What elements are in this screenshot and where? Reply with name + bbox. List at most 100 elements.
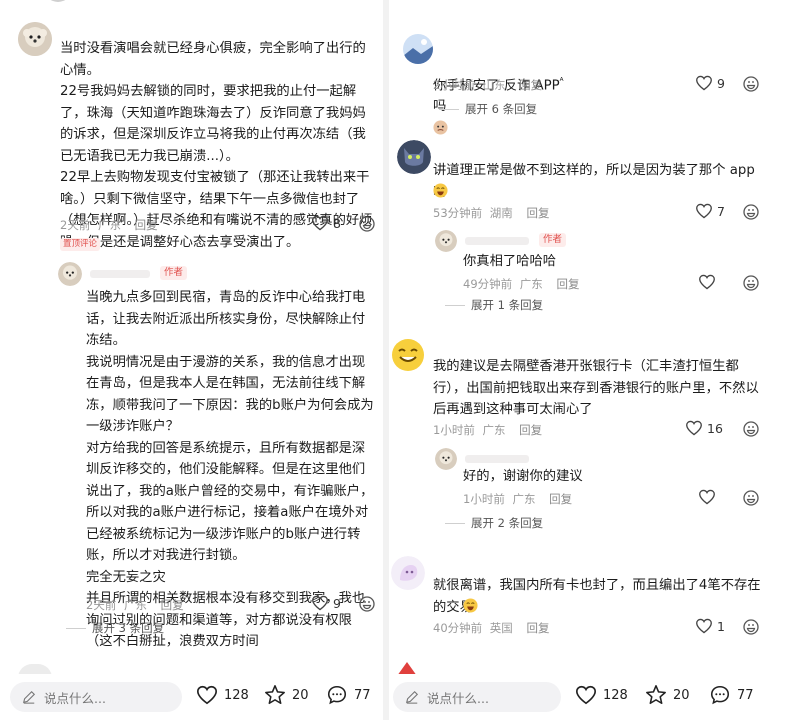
comment-location: 广东	[482, 423, 506, 437]
comment-time: 2小时前	[433, 78, 475, 92]
comment-time: 53分钟前	[433, 206, 483, 220]
comment-input-placeholder: 说点什么...	[427, 690, 489, 706]
heart-icon	[696, 203, 712, 219]
expand-divider	[66, 627, 86, 629]
reply-button[interactable]: 回复	[526, 206, 549, 220]
emoji-react-icon[interactable]	[743, 421, 759, 437]
post-comment-count: 77	[737, 687, 754, 703]
expand-replies-button[interactable]: 展开 2 条回复	[445, 515, 543, 531]
partial-avatar	[44, 0, 72, 2]
comment-meta: 40分钟前 英国 回复	[433, 620, 549, 636]
post-collect-button[interactable]: 20	[264, 684, 309, 706]
emoji-react-icon[interactable]	[743, 76, 759, 92]
emoji-react-icon[interactable]	[359, 216, 375, 232]
like-button[interactable]: 8	[311, 215, 341, 231]
reply-button[interactable]: 回复	[519, 78, 542, 92]
expand-divider	[439, 108, 459, 110]
post-like-button[interactable]: 128	[196, 684, 249, 706]
heart-icon[interactable]	[698, 489, 716, 505]
reply-location: 广东	[512, 492, 536, 506]
post-comment-button[interactable]: 77	[326, 684, 371, 706]
reply-button[interactable]: 回复	[519, 423, 542, 437]
heart-icon[interactable]	[698, 274, 716, 290]
expand-replies-button[interactable]: 展开 1 条回复	[445, 297, 543, 313]
like-button[interactable]: 9	[695, 75, 725, 91]
star-icon	[646, 685, 666, 705]
expand-replies-button[interactable]: 展开 3 条回复	[66, 620, 164, 636]
user-avatar-cat[interactable]	[397, 140, 431, 174]
post-like-button[interactable]: 128	[575, 684, 628, 706]
comment-time: 1小时前	[433, 423, 475, 437]
reply-button[interactable]: 回复	[135, 218, 158, 232]
comment-meta: 2小时前 山东 回复	[433, 77, 542, 93]
reply-button[interactable]: 回复	[549, 492, 572, 506]
emoji-react-icon[interactable]	[743, 490, 759, 506]
heart-icon	[696, 75, 712, 91]
comment-input-bar: 说点什么... 128 20 77	[0, 674, 383, 720]
post-collect-count: 20	[292, 687, 309, 703]
author-avatar-poodle[interactable]	[58, 262, 82, 286]
reply-time: 49分钟前	[463, 277, 513, 291]
like-button[interactable]: 7	[695, 203, 725, 219]
comment-input-bar: 说点什么... 128 20 77	[389, 674, 785, 720]
like-count: 9	[717, 75, 725, 91]
post-collect-button[interactable]: 20	[645, 684, 690, 706]
reply-text: 你真相了哈哈哈	[463, 254, 557, 269]
comment-location: 山东	[482, 78, 506, 92]
post-comment-button[interactable]: 77	[709, 684, 754, 706]
reply-location: 广东	[519, 277, 543, 291]
reply-meta: 1小时前 广东 回复	[463, 491, 572, 507]
comment-text: 我的建议是去隔壁香港开张银行卡（汇丰渣打恒生都行），出国前把钱取出来存到香港银行…	[433, 359, 759, 417]
like-button[interactable]: 1	[695, 618, 725, 634]
user-avatar-poodle[interactable]	[18, 22, 52, 56]
expand-replies-button[interactable]: 展开 6 条回复	[439, 101, 537, 117]
post-like-count: 128	[603, 687, 628, 703]
face-emoji-icon	[433, 120, 448, 135]
reply-button[interactable]: 回复	[526, 621, 549, 635]
comment-input-placeholder: 说点什么...	[44, 690, 106, 706]
heart-icon	[312, 215, 328, 231]
left-comment-panel: 当时没看演唱会就已经身心俱疲，完全影响了出行的心情。 22号我妈妈去解锁的同时，…	[0, 0, 383, 720]
emoji-react-icon[interactable]	[743, 619, 759, 635]
like-button[interactable]: 16	[685, 420, 723, 436]
pencil-icon	[22, 690, 36, 704]
emoji-react-icon[interactable]	[743, 204, 759, 220]
author-name-redacted	[90, 270, 150, 278]
user-avatar-landscape[interactable]	[403, 34, 433, 64]
comment-time: 40分钟前	[433, 621, 483, 635]
heart-icon	[696, 618, 712, 634]
user-avatar-smiley[interactable]	[391, 338, 425, 372]
comment-text: 讲道理正常是做不到这样的，所以是因为装了那个 app 吗	[433, 163, 755, 200]
comment-input[interactable]: 说点什么...	[393, 682, 561, 712]
author-avatar-poodle[interactable]	[435, 230, 457, 252]
author-avatar-poodle[interactable]	[435, 448, 457, 470]
post-like-count: 128	[224, 687, 249, 703]
emoji-react-icon[interactable]	[359, 596, 375, 612]
reply-time: 1小时前	[463, 492, 505, 506]
emoji-react-icon[interactable]	[743, 275, 759, 291]
post-comment-count: 77	[354, 687, 371, 703]
reply-text: 好的，谢谢你的建议	[463, 469, 583, 484]
like-count: 1	[717, 618, 725, 634]
comment-location: 英国	[489, 621, 513, 635]
expand-label: 展开 3 条回复	[92, 621, 165, 635]
comment-input[interactable]: 说点什么...	[10, 682, 182, 712]
comment-meta: 1小时前 广东 回复	[433, 422, 542, 438]
like-button[interactable]: 9	[311, 595, 341, 611]
expand-divider	[445, 522, 465, 524]
heart-icon	[576, 685, 596, 705]
reply-meta: 2天前 广东 回复	[86, 597, 184, 613]
user-avatar-pastel[interactable]	[391, 556, 425, 590]
comment-text: 就很离谱，我国内所有卡也封了，而且编出了4笔不存在的交易	[433, 578, 761, 615]
pinned-badge: 置顶评论	[60, 238, 101, 251]
like-count: 16	[707, 420, 723, 436]
expand-label: 展开 6 条回复	[465, 102, 538, 116]
heart-icon	[312, 595, 328, 611]
comment-bubble-icon	[710, 685, 730, 705]
reply-button[interactable]: 回复	[161, 598, 184, 612]
heart-icon	[197, 685, 217, 705]
star-icon	[265, 685, 285, 705]
laugh-emoji-icon	[463, 598, 478, 613]
reply-button[interactable]: 回复	[556, 277, 579, 291]
pencil-icon	[405, 690, 419, 704]
